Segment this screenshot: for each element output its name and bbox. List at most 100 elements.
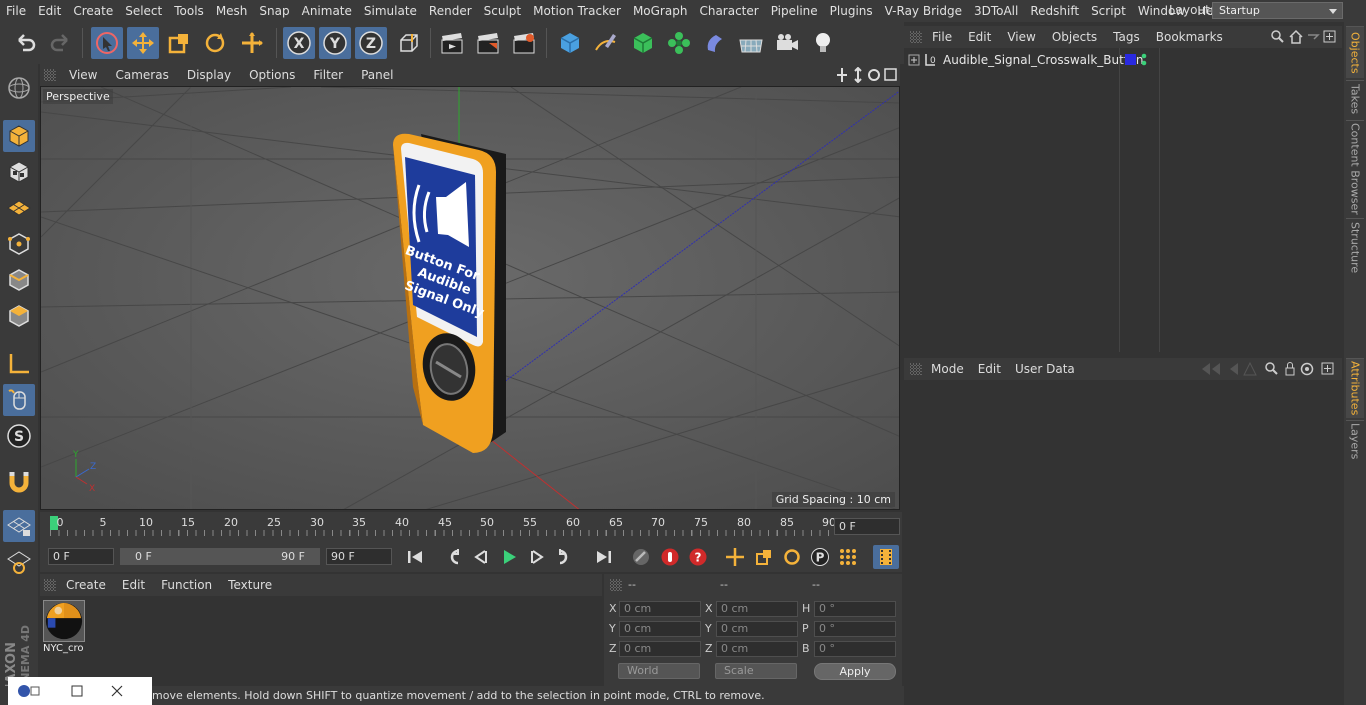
record-keys-button[interactable]: [628, 545, 654, 569]
viewport-menu-panel[interactable]: Panel: [352, 68, 402, 82]
size-y-field[interactable]: 0 cm: [716, 621, 798, 637]
previous-frame-button[interactable]: [468, 545, 494, 569]
material-menu-function[interactable]: Function: [153, 578, 220, 592]
attribute-menu-edit[interactable]: Edit: [971, 362, 1008, 376]
play-forward-button[interactable]: [496, 545, 522, 569]
attribute-nav-icons[interactable]: [1200, 361, 1340, 377]
object-menu-edit[interactable]: Edit: [960, 30, 999, 44]
menu-character[interactable]: Character: [693, 0, 764, 22]
pos-z-field[interactable]: 0 cm: [619, 641, 701, 657]
apply-button[interactable]: Apply: [814, 663, 896, 680]
layer-color-swatch[interactable]: [1125, 54, 1136, 65]
menu-motion-tracker[interactable]: Motion Tracker: [527, 0, 627, 22]
preview-range-slider[interactable]: 0 F 90 F: [120, 548, 320, 565]
viewport-menu-cameras[interactable]: Cameras: [106, 68, 177, 82]
tab-layers[interactable]: Layers: [1346, 420, 1364, 462]
tab-takes[interactable]: Takes: [1346, 80, 1364, 118]
viewport-menu-filter[interactable]: Filter: [304, 68, 352, 82]
size-z-field[interactable]: 0 cm: [716, 641, 798, 657]
panel-grip[interactable]: [610, 579, 622, 591]
workplane-button[interactable]: [3, 192, 35, 224]
rot-b-field[interactable]: 0 °: [814, 641, 896, 657]
end-frame-field[interactable]: 90 F: [326, 548, 392, 565]
menu-create[interactable]: Create: [67, 0, 119, 22]
menu-redshift[interactable]: Redshift: [1024, 0, 1085, 22]
object-menu-objects[interactable]: Objects: [1044, 30, 1105, 44]
solo-mode-button[interactable]: S: [3, 420, 35, 452]
menu-mesh[interactable]: Mesh: [210, 0, 254, 22]
points-mode-button[interactable]: [3, 228, 35, 260]
rot-h-field[interactable]: 0 °: [814, 601, 896, 617]
live-selection-button[interactable]: [91, 27, 123, 59]
menu-tools[interactable]: Tools: [168, 0, 210, 22]
tab-attributes[interactable]: Attributes: [1346, 358, 1364, 418]
menu-select[interactable]: Select: [119, 0, 168, 22]
key-rotation-button[interactable]: [779, 545, 805, 569]
start-frame-field[interactable]: 0 F: [48, 548, 114, 565]
axis-mode-button[interactable]: [3, 348, 35, 380]
object-menu-file[interactable]: File: [924, 30, 960, 44]
cloner-button[interactable]: [663, 27, 695, 59]
snap-toggle-button[interactable]: [3, 466, 35, 498]
object-manager-nav-icons[interactable]: [1270, 29, 1340, 45]
transform-tool-button[interactable]: [236, 27, 268, 59]
pos-x-field[interactable]: 0 cm: [619, 601, 701, 617]
tab-content-browser[interactable]: Content Browser: [1346, 120, 1364, 216]
size-x-field[interactable]: 0 cm: [716, 601, 798, 617]
camera-button[interactable]: [771, 27, 803, 59]
menu-plugins[interactable]: Plugins: [824, 0, 879, 22]
material-thumbnail[interactable]: [43, 600, 85, 642]
rotate-tool-button[interactable]: [199, 27, 231, 59]
model-mode-button[interactable]: [3, 120, 35, 152]
y-axis-lock-button[interactable]: Y: [319, 27, 351, 59]
perspective-viewport[interactable]: Button For Audible Signal Only Y Z X Per…: [40, 86, 900, 510]
visibility-dots-icon[interactable]: [1140, 53, 1148, 67]
menu-mograph[interactable]: MoGraph: [627, 0, 694, 22]
texture-mode-button[interactable]: [3, 156, 35, 188]
goto-end-button[interactable]: [591, 545, 617, 569]
menu-script[interactable]: Script: [1085, 0, 1132, 22]
size-mode-dropdown[interactable]: Scale: [715, 663, 797, 679]
key-parameter-button[interactable]: P: [807, 545, 833, 569]
menu-pipeline[interactable]: Pipeline: [765, 0, 824, 22]
move-tool-button[interactable]: [127, 27, 159, 59]
menu-render[interactable]: Render: [423, 0, 478, 22]
panel-grip[interactable]: [910, 31, 922, 43]
tab-structure[interactable]: Structure: [1346, 218, 1364, 276]
object-menu-tags[interactable]: Tags: [1105, 30, 1148, 44]
menu-simulate[interactable]: Simulate: [358, 0, 423, 22]
object-row[interactable]: 0 Audible_Signal_Crosswalk_Button: [904, 50, 1342, 70]
edges-mode-button[interactable]: [3, 264, 35, 296]
viewport-menu-view[interactable]: View: [60, 68, 106, 82]
light-button[interactable]: [807, 27, 839, 59]
keyframe-selection-button[interactable]: ?: [685, 545, 711, 569]
close-icon[interactable]: [110, 684, 124, 698]
menu-sculpt[interactable]: Sculpt: [478, 0, 527, 22]
make-editable-button[interactable]: [3, 72, 35, 104]
render-settings-button[interactable]: [508, 27, 540, 59]
locked-workplane-button[interactable]: [3, 546, 35, 578]
pos-y-field[interactable]: 0 cm: [619, 621, 701, 637]
goto-start-button[interactable]: [402, 545, 428, 569]
menu-edit[interactable]: Edit: [32, 0, 67, 22]
material-menu-texture[interactable]: Texture: [220, 578, 280, 592]
next-frame-button[interactable]: [524, 545, 550, 569]
cube-primitive-button[interactable]: [554, 27, 586, 59]
timeline-button[interactable]: [873, 545, 899, 569]
undo-button[interactable]: [10, 27, 42, 59]
menu-3dtoall[interactable]: 3DToAll: [968, 0, 1024, 22]
attribute-menu-mode[interactable]: Mode: [924, 362, 971, 376]
viewport-menu-display[interactable]: Display: [178, 68, 240, 82]
key-pla-button[interactable]: [835, 545, 861, 569]
layout-select[interactable]: Startup: [1212, 2, 1343, 19]
material-menu-create[interactable]: Create: [58, 578, 114, 592]
floor-environment-button[interactable]: [735, 27, 767, 59]
panel-grip[interactable]: [910, 363, 922, 375]
x-axis-lock-button[interactable]: X: [283, 27, 315, 59]
rot-p-field[interactable]: 0 °: [814, 621, 896, 637]
deformer-button[interactable]: [699, 27, 731, 59]
attribute-menu-user-data[interactable]: User Data: [1008, 362, 1082, 376]
viewport-nav-icons[interactable]: [836, 67, 898, 83]
render-to-picture-viewer-button[interactable]: [472, 27, 504, 59]
key-position-button[interactable]: [722, 545, 748, 569]
